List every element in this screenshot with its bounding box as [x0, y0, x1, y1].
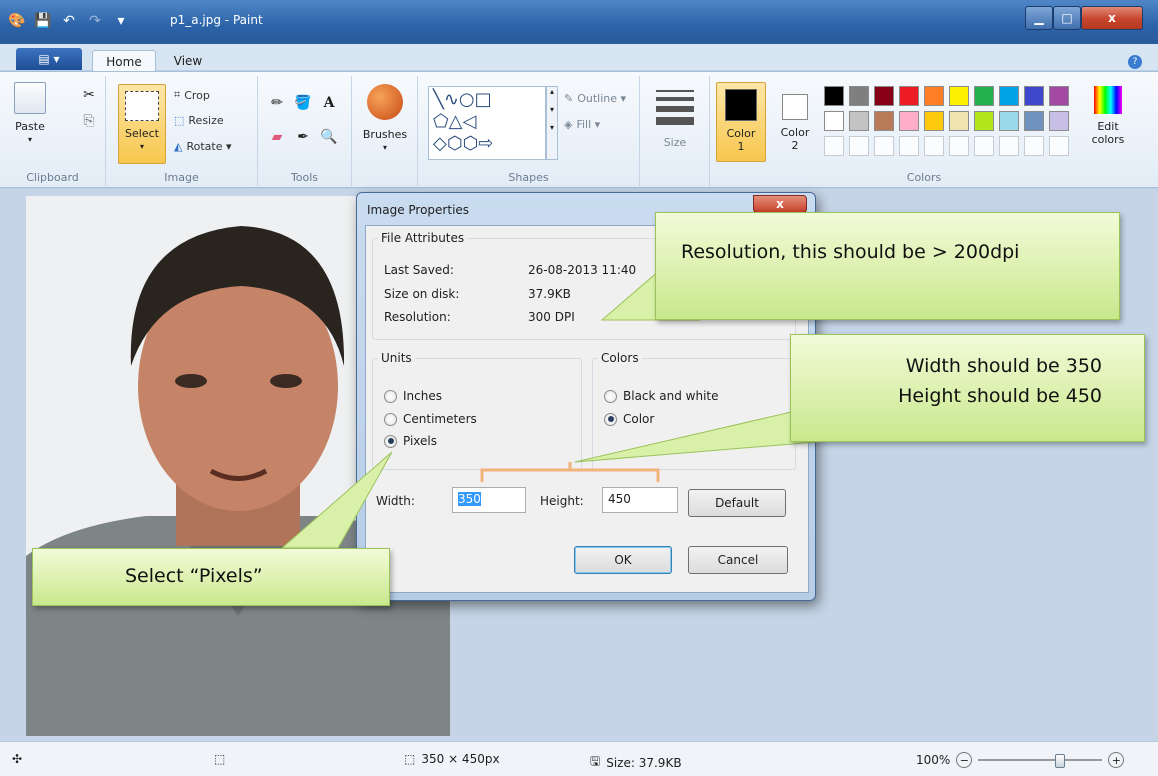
zoom-in-icon[interactable]: + [1108, 752, 1125, 768]
resolution-callout: Resolution, this should be > 200dpi [655, 212, 1120, 320]
pixels-callout: Select “Pixels” [32, 548, 390, 606]
image-dimensions: ⬚ 350 × 450px [404, 752, 500, 766]
size-callout-line1: Width should be 350 [905, 355, 1102, 377]
pixels-callout-pointer [280, 451, 393, 549]
status-bar: ✣ ⬚ ⬚ 350 × 450px 🖫 Size: 37.9KB 100% − + [0, 741, 1158, 776]
resolution-callout-text: Resolution, this should be > 200dpi [681, 241, 1020, 263]
selection-size: ⬚ [214, 752, 225, 766]
paint-window: 🎨 💾 ↶ ↷ ▾ p1_a.jpg - Paint ▁ □ x ▤ ▾ Hom… [0, 0, 1158, 776]
zoom-controls: 100% − + [916, 752, 1125, 768]
zoom-level: 100% [916, 753, 951, 767]
size-callout: Width should be 350 Height should be 450 [790, 334, 1145, 442]
zoom-slider-thumb[interactable] [1055, 754, 1066, 768]
zoom-slider[interactable] [978, 754, 1103, 768]
size-bracket [480, 462, 660, 482]
disk-icon: 🖫 [590, 754, 601, 768]
size-callout-line2: Height should be 450 [898, 385, 1102, 407]
dimensions-icon: ⬚ [404, 752, 416, 766]
cursor-position: ✣ [12, 752, 22, 766]
file-size: 🖫 Size: 37.9KB [590, 752, 682, 773]
selection-icon: ⬚ [214, 752, 226, 766]
zoom-out-icon[interactable]: − [956, 752, 973, 768]
pixels-callout-text: Select “Pixels” [125, 565, 263, 587]
move-icon: ✣ [12, 752, 23, 766]
